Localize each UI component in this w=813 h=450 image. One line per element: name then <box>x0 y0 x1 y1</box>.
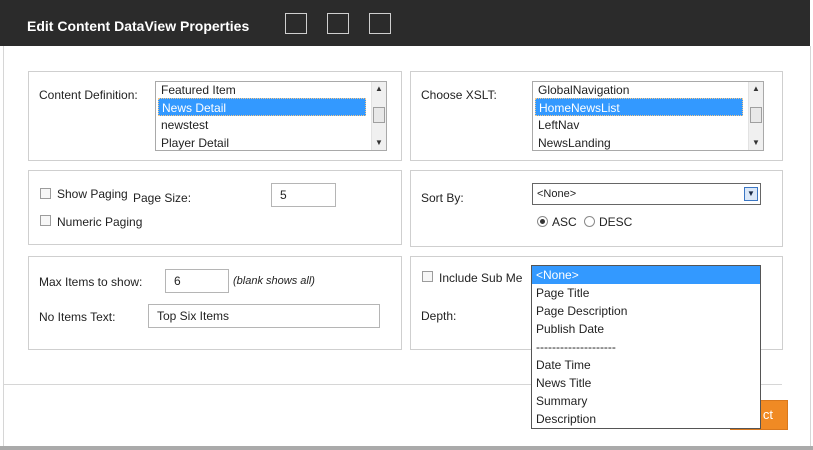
content-definition-label: Content Definition: <box>39 88 138 102</box>
listbox-scrollbar[interactable]: ▲ ▼ <box>748 82 763 150</box>
content-definition-panel: Content Definition: Featured Item News D… <box>28 71 402 161</box>
asc-label: ASC <box>552 215 577 229</box>
xslt-panel: Choose XSLT: GlobalNavigation HomeNewsLi… <box>410 71 783 161</box>
scroll-thumb[interactable] <box>750 107 762 123</box>
max-items-label: Max Items to show: <box>39 275 143 289</box>
max-items-input[interactable]: 6 <box>165 269 229 293</box>
sort-by-label: Sort By: <box>421 191 464 205</box>
page-size-input[interactable]: 5 <box>271 183 336 207</box>
scroll-down-icon[interactable]: ▼ <box>749 136 763 150</box>
list-item-selected[interactable]: News Detail <box>158 98 366 116</box>
paging-panel: Show Paging Numeric Paging Page Size: 5 <box>28 170 402 245</box>
xslt-label: Choose XSLT: <box>421 88 497 102</box>
depth-label: Depth: <box>421 309 457 323</box>
list-item[interactable]: Featured Item <box>161 82 236 99</box>
dropdown-option[interactable]: Page Title <box>532 284 760 302</box>
scroll-down-icon[interactable]: ▼ <box>372 136 386 150</box>
max-items-hint: (blank shows all) <box>233 275 315 287</box>
asc-radio[interactable] <box>537 216 548 227</box>
include-submenus-label: Include Sub Me <box>439 271 523 285</box>
dropdown-option[interactable]: News Title <box>532 374 760 392</box>
bottom-strip <box>0 446 813 450</box>
dropdown-option[interactable]: Date Time <box>532 356 760 374</box>
list-item[interactable]: NewsLanding <box>538 134 611 150</box>
sort-panel: Sort By: <None> ▼ ASC DESC <box>410 170 783 247</box>
desc-radio[interactable] <box>584 216 595 227</box>
listbox-scrollbar[interactable]: ▲ ▼ <box>371 82 386 150</box>
dialog-titlebar: Edit Content DataView Properties <box>0 0 810 46</box>
titlebar-button-2[interactable] <box>327 13 349 34</box>
show-paging-checkbox[interactable] <box>40 188 51 199</box>
dialog-title: Edit Content DataView Properties <box>27 18 250 34</box>
sort-by-selected-value: <None> <box>537 188 577 200</box>
dropdown-option[interactable]: Summary <box>532 392 760 410</box>
items-panel: Max Items to show: 6 (blank shows all) N… <box>28 256 402 350</box>
dropdown-separator: -------------------- <box>536 340 616 354</box>
dropdown-option-highlighted[interactable]: <None> <box>532 266 760 284</box>
scroll-up-icon[interactable]: ▲ <box>372 82 386 96</box>
chevron-down-icon[interactable]: ▼ <box>744 187 758 201</box>
scroll-up-icon[interactable]: ▲ <box>749 82 763 96</box>
list-item[interactable]: newstest <box>161 116 208 134</box>
content-definition-listbox[interactable]: Featured Item News Detail newstest Playe… <box>155 81 387 151</box>
sort-by-select[interactable]: <None> ▼ <box>532 183 761 205</box>
xslt-listbox[interactable]: GlobalNavigation HomeNewsList LeftNav Ne… <box>532 81 764 151</box>
list-item[interactable]: Player Detail <box>161 134 229 150</box>
numeric-paging-label: Numeric Paging <box>57 215 143 229</box>
no-items-text-label: No Items Text: <box>39 310 116 324</box>
scroll-thumb[interactable] <box>373 107 385 123</box>
titlebar-button-3[interactable] <box>369 13 391 34</box>
dropdown-option[interactable]: Publish Date <box>532 320 760 338</box>
no-items-text-input[interactable]: Top Six Items <box>148 304 380 328</box>
dropdown-option[interactable]: Page Description <box>532 302 760 320</box>
include-submenus-checkbox[interactable] <box>422 271 433 282</box>
dropdown-option[interactable]: Description <box>532 410 760 428</box>
list-item-selected[interactable]: HomeNewsList <box>535 98 743 116</box>
show-paging-label: Show Paging <box>57 187 128 201</box>
desc-label: DESC <box>599 215 633 229</box>
sort-by-dropdown-list[interactable]: <None> Page Title Page Description Publi… <box>531 265 761 429</box>
list-item[interactable]: GlobalNavigation <box>538 82 629 99</box>
numeric-paging-checkbox[interactable] <box>40 215 51 226</box>
list-item[interactable]: LeftNav <box>538 116 579 134</box>
page-size-label: Page Size: <box>133 191 192 205</box>
titlebar-button-1[interactable] <box>285 13 307 34</box>
